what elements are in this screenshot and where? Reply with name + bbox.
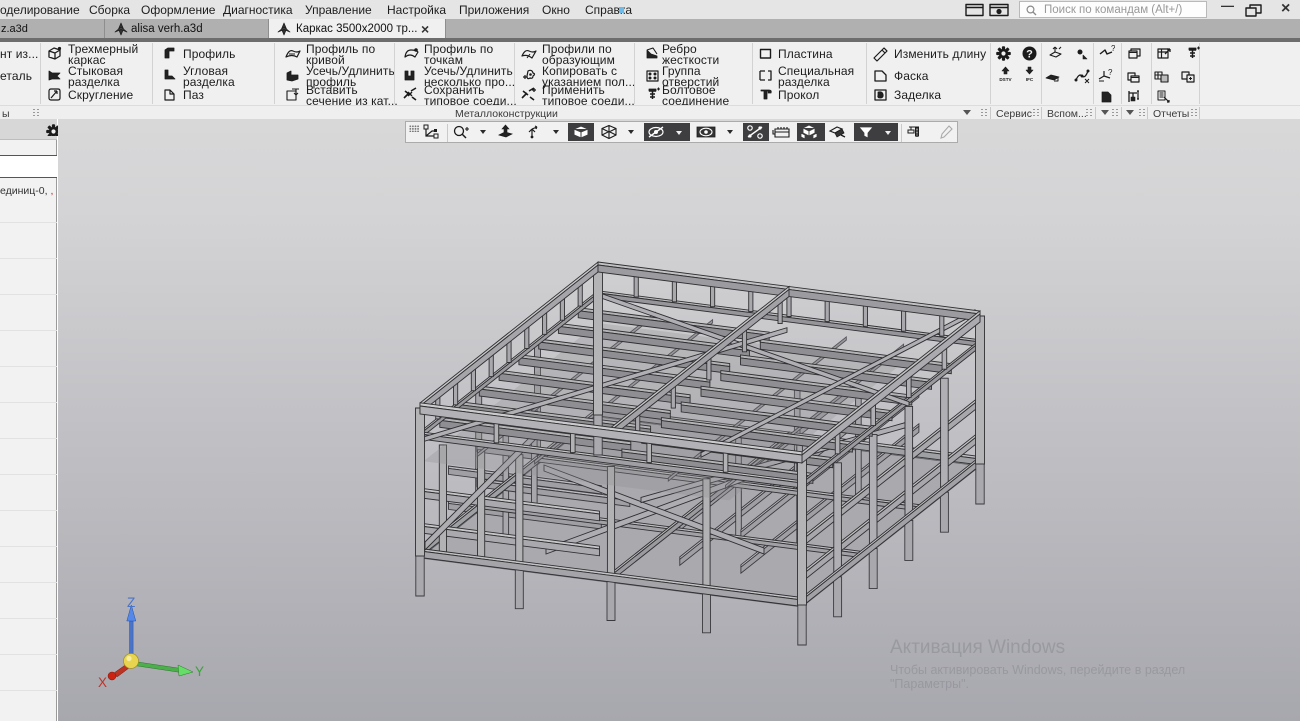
svg-text:Z: Z (127, 595, 135, 610)
svg-text:?: ? (1111, 45, 1115, 53)
svg-text:?: ? (1026, 49, 1033, 61)
svg-text:IFC: IFC (1026, 77, 1034, 82)
svg-text:DSTV: DSTV (999, 77, 1012, 82)
svg-text:X: X (98, 675, 107, 690)
svg-text:Y: Y (195, 664, 204, 679)
svg-text:?: ? (1108, 68, 1113, 77)
